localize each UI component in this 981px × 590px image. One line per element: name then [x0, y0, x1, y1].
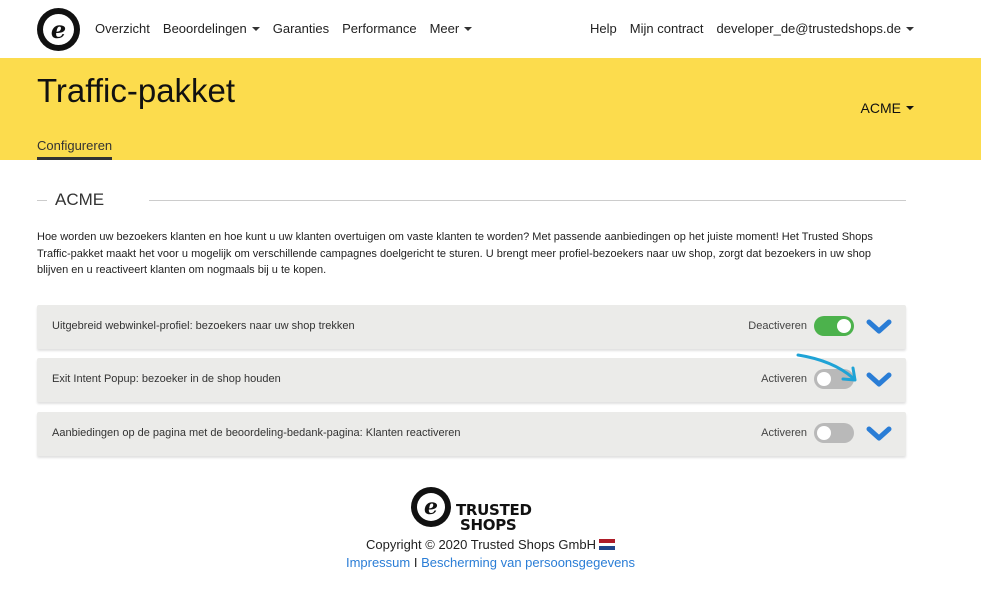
copyright: Copyright © 2020 Trusted Shops GmbH	[0, 537, 981, 552]
copyright-text: Copyright © 2020 Trusted Shops GmbH	[366, 537, 596, 552]
feature-label: Exit Intent Popup: bezoeker in de shop h…	[52, 373, 281, 385]
page-header: Traffic-pakket ACME Configureren	[0, 58, 981, 160]
user-menu: Help Mijn contract developer_de@trusteds…	[577, 21, 914, 36]
footer-links: Impressum I Bescherming van persoonsgege…	[0, 555, 981, 570]
nav-item-help[interactable]: Help	[590, 21, 617, 36]
logo-text-line2: SHOPS	[460, 516, 517, 534]
divider	[37, 200, 47, 201]
tab-configureren[interactable]: Configureren	[37, 138, 113, 160]
privacy-link[interactable]: Bescherming van persoonsgegevens	[421, 555, 635, 570]
divider	[149, 200, 906, 201]
feature-row-exit-intent-popup[interactable]: Exit Intent Popup: bezoeker in de shop h…	[37, 358, 906, 402]
footer-logo-text: TRUSTED SHOPS	[456, 503, 532, 533]
netherlands-flag-icon	[598, 539, 615, 551]
caret-down-icon	[906, 106, 914, 111]
caret-down-icon	[464, 26, 473, 31]
toggle-label: Activeren	[761, 427, 807, 439]
nav-item-mijn-contract[interactable]: Mijn contract	[630, 21, 704, 36]
chevron-down-icon[interactable]	[866, 371, 892, 389]
caret-down-icon	[251, 26, 260, 31]
caret-down-icon	[906, 26, 914, 31]
nav-item-label: Help	[590, 21, 617, 36]
footer-logo: e TRUSTED SHOPS	[411, 487, 541, 533]
toggle-knob	[837, 319, 851, 333]
chevron-down-icon[interactable]	[866, 425, 892, 443]
page-title: Traffic-pakket	[37, 72, 236, 109]
annotation-arrow-icon	[796, 353, 857, 382]
shop-selector[interactable]: ACME	[861, 100, 914, 116]
logo-glyph: e	[417, 493, 445, 521]
feature-toggle[interactable]	[814, 423, 854, 443]
nav-item-label: Meer	[429, 21, 460, 36]
feature-row-aanbiedingen[interactable]: Aanbiedingen op de pagina met de beoorde…	[37, 412, 906, 456]
nav-item-overzicht[interactable]: Overzicht	[95, 21, 150, 36]
link-separator: I	[413, 555, 418, 570]
feature-label: Uitgebreid webwinkel-profiel: bezoekers …	[52, 320, 355, 332]
top-navigation: e Overzicht Beoordelingen Garanties Perf…	[0, 0, 981, 58]
nav-item-beoordelingen[interactable]: Beoordelingen	[163, 21, 260, 36]
logo-glyph: e	[43, 14, 74, 45]
nav-item-label: Performance	[342, 21, 417, 36]
nav-item-label: Garanties	[272, 21, 330, 36]
impressum-link[interactable]: Impressum	[346, 555, 410, 570]
trusted-shops-logo-icon: e	[411, 487, 451, 527]
nav-item-meer[interactable]: Meer	[430, 21, 473, 36]
toggle-label: Deactiveren	[748, 320, 807, 332]
nav-item-garanties[interactable]: Garanties	[273, 21, 329, 36]
intro-text: Hoe worden uw bezoekers klanten en hoe k…	[37, 231, 873, 276]
nav-item-label: Beoordelingen	[162, 21, 247, 36]
feature-toggle[interactable]	[814, 316, 854, 336]
account-email: developer_de@trustedshops.de	[716, 21, 902, 36]
feature-row-webwinkel-profiel[interactable]: Uitgebreid webwinkel-profiel: bezoekers …	[37, 305, 906, 349]
trusted-shops-logo[interactable]: e	[37, 8, 80, 51]
toggle-knob	[817, 426, 831, 440]
feature-label: Aanbiedingen op de pagina met de beoorde…	[52, 427, 461, 439]
nav-item-label: Mijn contract	[629, 21, 704, 36]
section-heading: ACME	[37, 190, 906, 210]
nav-item-performance[interactable]: Performance	[342, 21, 416, 36]
section-title: ACME	[55, 190, 105, 209]
shop-selector-label: ACME	[860, 100, 901, 116]
main-menu: Overzicht Beoordelingen Garanties Perfor…	[95, 21, 485, 36]
chevron-down-icon[interactable]	[866, 318, 892, 336]
nav-item-label: Overzicht	[95, 21, 150, 36]
account-dropdown[interactable]: developer_de@trustedshops.de	[716, 21, 914, 36]
